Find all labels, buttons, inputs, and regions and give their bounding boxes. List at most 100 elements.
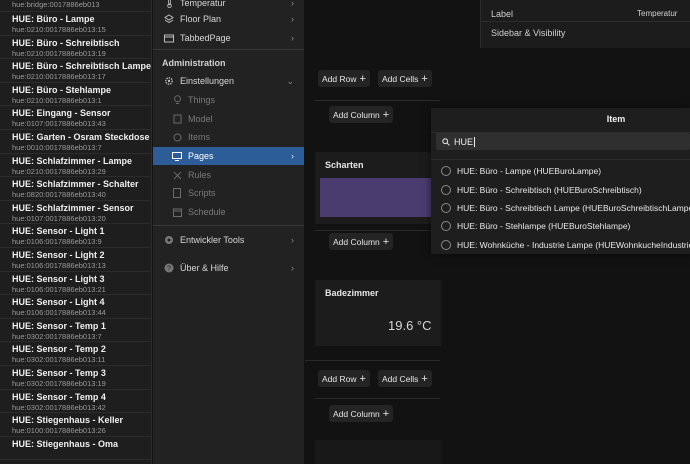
nav-item-rules[interactable]: Rules: [153, 166, 304, 184]
widget-card-badezimmer[interactable]: Badezimmer: [315, 280, 441, 346]
list-item-title: HUE: Sensor - Temp 4: [12, 391, 106, 402]
list-item[interactable]: hue:bridge:0017886eb013: [0, 0, 151, 12]
layers-icon: [164, 14, 174, 24]
item-option[interactable]: HUE: Büro - Schreibtisch (HUEBuroSchreib…: [431, 180, 690, 199]
list-item-subtitle: hue:0302:0017886eb013:7: [12, 331, 102, 341]
list-item[interactable]: HUE: Stiegenhaus - Oma: [0, 437, 151, 461]
list-item-title: HUE: Sensor - Light 4: [12, 297, 105, 308]
list-item[interactable]: HUE: Sensor - Light 4 hue:0106:0017886eb0…: [0, 295, 151, 319]
nav-item-scripts[interactable]: Scripts: [153, 184, 304, 202]
nav-item-label: Things: [188, 95, 216, 105]
list-item[interactable]: HUE: Sensor - Temp 1 hue:0302:0017886eb01…: [0, 319, 151, 343]
nav-item-pages[interactable]: Pages ›: [153, 147, 304, 165]
list-item-title: HUE: Büro - Stehlampe: [12, 84, 112, 95]
list-item[interactable]: HUE: Sensor - Light 1 hue:0106:0017886eb0…: [0, 224, 151, 248]
list-item[interactable]: HUE: Schlafzimmer - Schalter hue:0820:001…: [0, 177, 151, 201]
label-key: Label: [491, 9, 514, 19]
list-item[interactable]: HUE: Schlafzimmer - Lampe hue:0210:001788…: [0, 154, 151, 178]
nav-item-einstellungen[interactable]: Einstellungen ⌄: [153, 72, 304, 90]
list-item-subtitle: hue:0210:0017886eb013:1: [12, 95, 102, 105]
list-item[interactable]: HUE: Garten - Osram Steckdose hue:0010:00…: [0, 130, 151, 154]
add-row-button[interactable]: Add Row +: [318, 370, 370, 387]
gear-icon: [164, 76, 174, 86]
nav-item-label: Entwickler Tools: [180, 235, 245, 245]
list-item-title: HUE: Sensor - Temp 2: [12, 344, 106, 355]
list-item-subtitle: hue:0106:0017886eb013:21: [12, 284, 106, 294]
nav-item-label: Model: [188, 114, 213, 124]
nav-item-ueber-hilfe[interactable]: ? Über & Hilfe ›: [153, 259, 304, 277]
radio-button[interactable]: [441, 220, 451, 231]
sidebar-visibility-item[interactable]: Sidebar & Visibility: [491, 28, 565, 38]
nav-item-label: Schedule: [188, 207, 226, 217]
divider: [431, 159, 690, 160]
nav-item-tabbed-page[interactable]: TabbedPage ›: [153, 29, 304, 47]
nav-item-things[interactable]: Things: [153, 91, 304, 109]
add-column-button[interactable]: Add Column +: [329, 405, 394, 422]
thermometer-icon: [164, 0, 174, 8]
add-cells-button[interactable]: Add Cells +: [378, 70, 432, 87]
list-item[interactable]: HUE: Stiegenhaus - Keller hue:0100:001788…: [0, 413, 151, 437]
label-value[interactable]: Temperatur: [637, 9, 677, 18]
item-picker-dialog: Item HUE HUE: Büro - Lampe (HUEBuroLampe…: [431, 108, 690, 254]
option-label: HUE: Büro - Lampe (HUEBuroLampe): [457, 165, 602, 176]
add-column-button[interactable]: Add Column +: [329, 106, 394, 123]
list-item[interactable]: HUE: Sensor - Light 3 hue:0106:0017886eb0…: [0, 272, 151, 296]
nav-item-schedule[interactable]: Schedule: [153, 203, 304, 221]
item-option[interactable]: HUE: Büro - Schreibtisch Lampe (HUEBuroS…: [431, 198, 690, 217]
list-item-title: HUE: Garten - Osram Steckdose: [12, 131, 150, 142]
list-item-title: HUE: Büro - Schreibtisch: [12, 37, 120, 48]
list-item-subtitle: hue:0106:0017886eb013:44: [12, 308, 106, 318]
nav-item-entwickler-tools[interactable]: Entwickler Tools ›: [153, 231, 304, 249]
divider: [315, 100, 440, 101]
nav-item-label: Einstellungen: [180, 76, 235, 86]
list-item-subtitle: hue:0302:0017886eb013:11: [12, 355, 106, 365]
nav-item-items[interactable]: Items: [153, 128, 304, 146]
list-item[interactable]: HUE: Sensor - Temp 4 hue:0302:0017886eb01…: [0, 390, 151, 414]
radio-button[interactable]: [441, 165, 451, 176]
divider: [315, 230, 440, 231]
nav-item-label: Über & Hilfe: [180, 263, 229, 273]
list-item-title: HUE: Eingang - Sensor: [12, 108, 111, 119]
nav-item-label: Items: [188, 132, 211, 142]
chevron-down-icon: ⌄: [286, 76, 294, 86]
list-item-title: HUE: Sensor - Temp 3: [12, 367, 106, 378]
radio-button[interactable]: [441, 184, 451, 195]
nav-item-label: Scripts: [188, 188, 216, 198]
widget-card[interactable]: [315, 440, 441, 464]
divider: [315, 398, 440, 399]
plus-icon: +: [382, 108, 390, 121]
add-column-button[interactable]: Add Column +: [329, 233, 394, 250]
item-option[interactable]: HUE: Wohnküche - Industrie Lampe (HUEWoh…: [431, 235, 690, 254]
plus-icon: +: [382, 235, 390, 248]
properties-panel: Label Temperatur Sidebar & Visibility: [480, 0, 690, 48]
list-item-subtitle: hue:0210:0017886eb013:17: [12, 72, 106, 82]
list-item-title: HUE: Stiegenhaus - Oma: [12, 438, 119, 449]
nav-item-label: TabbedPage: [180, 33, 231, 43]
list-item[interactable]: HUE: Eingang - Sensor hue:0107:0017886eb0…: [0, 106, 151, 130]
list-item-subtitle: hue:0010:0017886eb013:7: [12, 142, 102, 152]
list-item[interactable]: HUE: Schlafzimmer - Sensor hue:0107:00178…: [0, 201, 151, 225]
nav-item-model[interactable]: Model: [153, 110, 304, 128]
list-item[interactable]: HUE: Büro - Stehlampe hue:0210:0017886eb0…: [0, 83, 151, 107]
list-item[interactable]: HUE: Büro - Lampe hue:0210:0017886eb013:1…: [0, 12, 151, 36]
item-option[interactable]: HUE: Büro - Stehlampe (HUEBuroStehlampe): [431, 216, 690, 235]
button-label: Add Column: [333, 408, 380, 419]
item-option[interactable]: HUE: Büro - Lampe (HUEBuroLampe): [431, 161, 690, 180]
radio-button[interactable]: [441, 239, 451, 250]
list-item-subtitle: hue:0106:0017886eb013:13: [12, 260, 106, 270]
add-cells-button[interactable]: Add Cells +: [378, 370, 432, 387]
list-item[interactable]: HUE: Büro - Schreibtisch Lampe hue:0210:0…: [0, 59, 151, 83]
nav-item-floor-plan[interactable]: Floor Plan ›: [153, 10, 304, 28]
list-item-title: HUE: Schlafzimmer - Sensor: [12, 202, 134, 213]
radio-button[interactable]: [441, 202, 451, 213]
list-item-title: HUE: Schlafzimmer - Schalter: [12, 179, 139, 190]
option-label: HUE: Büro - Stehlampe (HUEBuroStehlampe): [457, 220, 631, 231]
list-item[interactable]: HUE: Sensor - Light 2 hue:0106:0017886eb0…: [0, 248, 151, 272]
list-item-subtitle: hue:0210:0017886eb013:15: [12, 25, 106, 34]
search-input[interactable]: HUE: [436, 133, 690, 150]
list-item[interactable]: HUE: Sensor - Temp 3 hue:0302:0017886eb01…: [0, 366, 151, 390]
chevron-right-icon: ›: [291, 151, 294, 161]
list-item[interactable]: HUE: Sensor - Temp 2 hue:0302:0017886eb01…: [0, 342, 151, 366]
add-row-button[interactable]: Add Row +: [318, 70, 370, 87]
list-item[interactable]: HUE: Büro - Schreibtisch hue:0210:0017886…: [0, 36, 151, 60]
